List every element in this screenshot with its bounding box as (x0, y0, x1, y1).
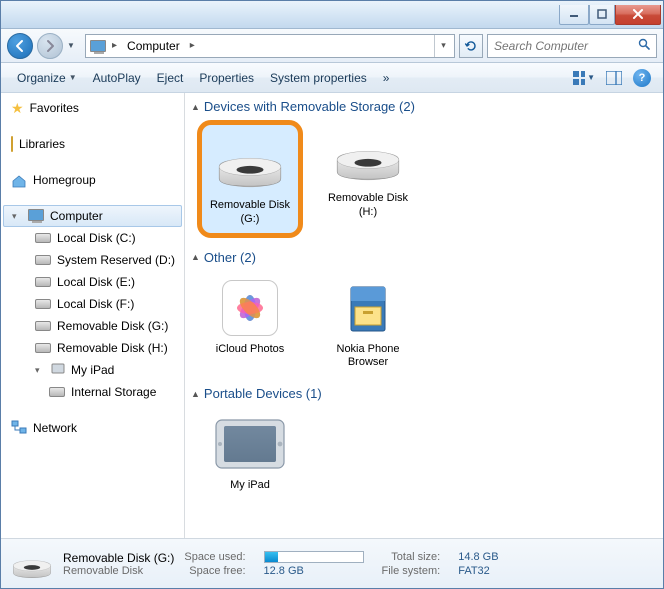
section-header-removable[interactable]: ▲ Devices with Removable Storage (2) (189, 95, 655, 120)
file-drawer-icon (328, 275, 408, 341)
filesystem-label: File system: (382, 565, 441, 577)
navbar: ▼ ▸ Computer ▸ ▾ (1, 29, 663, 63)
autoplay-button[interactable]: AutoPlay (85, 63, 149, 92)
minimize-button[interactable] (559, 5, 589, 25)
space-used-bar (264, 551, 364, 563)
tile-removable-disk-g[interactable]: Removable Disk (G:) (197, 120, 303, 238)
preview-pane-button[interactable] (603, 67, 625, 89)
organize-menu[interactable]: Organize▼ (9, 63, 85, 92)
breadcrumb-computer[interactable]: Computer (121, 39, 186, 53)
explorer-window: ▼ ▸ Computer ▸ ▾ Organize▼ AutoPlay Ejec… (0, 0, 664, 589)
chevron-right-icon[interactable]: ▸ (186, 40, 199, 51)
tablet-device-icon (210, 411, 290, 477)
chevron-right-icon[interactable]: ▸ (108, 40, 121, 51)
chevron-down-icon: ▼ (587, 73, 595, 82)
drive-icon (35, 277, 51, 287)
expand-icon[interactable]: ▾ (35, 365, 45, 376)
device-icon (51, 363, 65, 378)
details-type: Removable Disk (63, 565, 174, 577)
eject-button[interactable]: Eject (149, 63, 192, 92)
help-button[interactable]: ? (633, 69, 651, 87)
sidebar-item-computer[interactable]: ▾ Computer (3, 205, 182, 227)
removable-disk-icon (210, 131, 290, 197)
space-used-label: Space used: (184, 551, 245, 563)
sidebar-item-drive[interactable]: Removable Disk (G:) (1, 315, 184, 337)
toolbar-overflow[interactable]: » (375, 63, 398, 92)
filesystem-value: FAT32 (458, 565, 498, 577)
tile-my-ipad[interactable]: My iPad (197, 407, 303, 497)
sidebar-item-internal-storage[interactable]: Internal Storage (1, 381, 184, 403)
homegroup-icon (11, 173, 27, 187)
total-size-label: Total size: (382, 551, 441, 563)
content-pane: ▲ Devices with Removable Storage (2) Rem… (185, 93, 663, 538)
drive-icon (35, 255, 51, 265)
removable-disk-icon (328, 124, 408, 190)
navigation-pane: ★ Favorites Libraries Homegroup (1, 93, 185, 538)
change-view-button[interactable]: ▼ (573, 67, 595, 89)
details-name: Removable Disk (G:) (63, 551, 174, 565)
sidebar-item-drive[interactable]: Local Disk (F:) (1, 293, 184, 315)
sidebar-item-favorites[interactable]: ★ Favorites (1, 97, 184, 119)
address-bar[interactable]: ▸ Computer ▸ ▾ (85, 34, 455, 58)
computer-icon (88, 36, 108, 56)
nav-history-dropdown[interactable]: ▼ (67, 41, 81, 50)
removable-disk-icon (11, 547, 53, 581)
collapse-icon: ▲ (191, 252, 200, 262)
drive-icon (35, 343, 51, 353)
drive-icon (35, 321, 51, 331)
libraries-icon (11, 137, 13, 151)
space-free-label: Space free: (184, 565, 245, 577)
details-pane: Removable Disk (G:) Removable Disk Space… (1, 538, 663, 588)
section-header-portable[interactable]: ▲ Portable Devices (1) (189, 382, 655, 407)
icloud-photos-icon (210, 275, 290, 341)
search-icon (638, 38, 650, 53)
tile-icloud-photos[interactable]: iCloud Photos (197, 271, 303, 375)
maximize-button[interactable] (589, 5, 615, 25)
total-size-value: 14.8 GB (458, 551, 498, 563)
collapse-icon: ▲ (191, 102, 200, 112)
sidebar-item-ipad[interactable]: ▾My iPad (1, 359, 184, 381)
sidebar-item-homegroup[interactable]: Homegroup (1, 169, 184, 191)
tile-nokia-phone-browser[interactable]: Nokia Phone Browser (315, 271, 421, 375)
close-button[interactable] (615, 5, 661, 25)
refresh-button[interactable] (459, 34, 483, 58)
system-properties-button[interactable]: System properties (262, 63, 375, 92)
nav-back-button[interactable] (7, 33, 33, 59)
tile-removable-disk-h[interactable]: Removable Disk (H:) (315, 120, 421, 238)
section-header-other[interactable]: ▲ Other (2) (189, 246, 655, 271)
drive-icon (35, 299, 51, 309)
sidebar-item-drive[interactable]: Local Disk (E:) (1, 271, 184, 293)
properties-button[interactable]: Properties (191, 63, 262, 92)
sidebar-item-drive[interactable]: Local Disk (C:) (1, 227, 184, 249)
sidebar-item-network[interactable]: Network (1, 417, 184, 439)
expand-icon[interactable]: ▾ (12, 211, 22, 222)
drive-icon (35, 233, 51, 243)
titlebar (1, 1, 663, 29)
network-icon (11, 420, 27, 437)
chevron-down-icon: ▼ (69, 73, 77, 82)
computer-icon (28, 209, 44, 224)
search-input[interactable] (494, 39, 634, 53)
sidebar-item-drive[interactable]: System Reserved (D:) (1, 249, 184, 271)
search-box[interactable] (487, 34, 657, 58)
nav-forward-button[interactable] (37, 33, 63, 59)
drive-icon (49, 387, 65, 397)
address-dropdown[interactable]: ▾ (434, 35, 452, 57)
star-icon: ★ (11, 100, 24, 117)
command-bar: Organize▼ AutoPlay Eject Properties Syst… (1, 63, 663, 93)
sidebar-item-drive[interactable]: Removable Disk (H:) (1, 337, 184, 359)
collapse-icon: ▲ (191, 389, 200, 399)
space-free-value: 12.8 GB (264, 565, 364, 577)
sidebar-item-libraries[interactable]: Libraries (1, 133, 184, 155)
